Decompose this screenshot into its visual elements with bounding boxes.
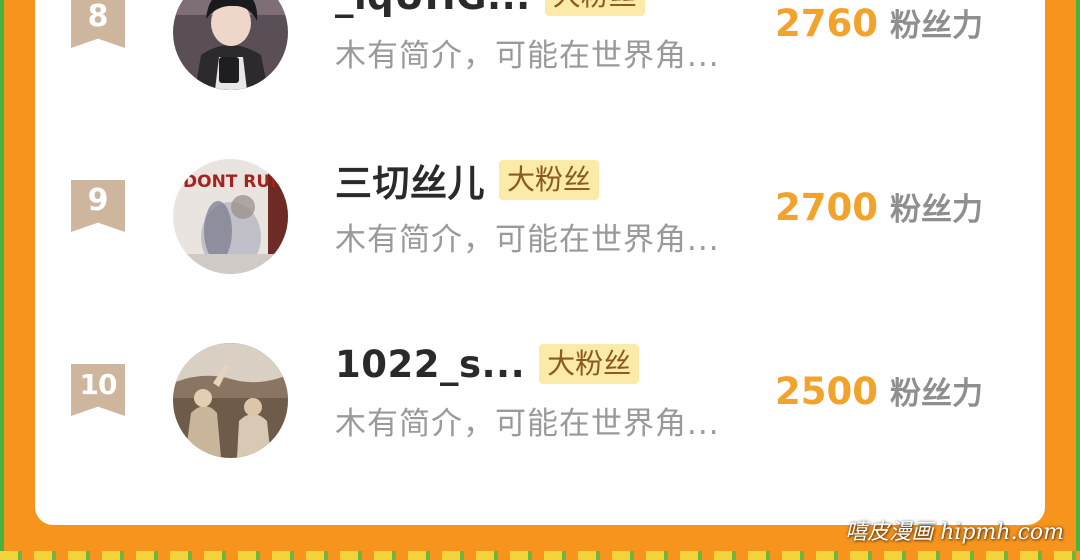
user-name[interactable]: 1022_s... (335, 343, 525, 386)
score-value: 2700 (775, 186, 878, 229)
score-unit: 粉丝力 (889, 8, 983, 44)
fan-score: 2500 粉丝力 (775, 368, 983, 413)
avatar-image (173, 0, 288, 90)
right-edge-decoration (1076, 0, 1080, 560)
user-name[interactable]: 三切丝儿 (335, 153, 485, 207)
avatar-image: DONT RUN (173, 159, 288, 274)
leaderboard-row[interactable]: 9 DONT RUN 三切丝儿 大粉丝 木有简介，可能在世界角... 2700 … (35, 144, 1045, 284)
user-bio: 木有简介，可能在世界角... (335, 38, 720, 74)
leaderboard-row[interactable]: 8 _iqUHG... 大粉丝 木有简介，可能在世界角... 2760 粉丝力 (35, 0, 1045, 100)
fan-score: 2760 粉丝力 (775, 0, 983, 45)
left-edge-decoration (0, 0, 4, 560)
avatar[interactable]: DONT RUN (173, 159, 288, 274)
leaderboard-row[interactable]: 10 1022_s... 大粉丝 木有简介，可能在世界角... 2500 粉丝力 (35, 328, 1045, 468)
score-unit: 粉丝力 (889, 192, 983, 228)
avatar[interactable] (173, 0, 288, 90)
name-line: 三切丝儿 大粉丝 (335, 153, 600, 207)
score-value: 2760 (775, 2, 878, 45)
fan-level-badge: 大粉丝 (499, 160, 600, 200)
fan-level-badge: 大粉丝 (539, 344, 640, 384)
avatar-image (173, 343, 288, 458)
watermark: 嘻皮漫画 hipmh.com (845, 520, 1064, 545)
rank-badge: 8 (71, 0, 125, 48)
name-line: _iqUHG... 大粉丝 (335, 0, 645, 22)
avatar-wall-text: DONT RUN (183, 172, 284, 192)
user-bio: 木有简介，可能在世界角... (335, 222, 720, 258)
user-bio: 木有简介，可能在世界角... (335, 406, 720, 442)
avatar[interactable] (173, 343, 288, 458)
fan-score: 2700 粉丝力 (775, 184, 983, 229)
leaderboard-card: 8 _iqUHG... 大粉丝 木有简介，可能在世界角... 2760 粉丝力 … (35, 0, 1045, 525)
score-value: 2500 (775, 370, 878, 413)
bottom-stripe-decoration (0, 551, 1080, 560)
rank-badge: 9 (71, 180, 125, 232)
rank-badge: 10 (71, 364, 125, 416)
fan-level-badge: 大粉丝 (544, 0, 645, 16)
score-unit: 粉丝力 (889, 376, 983, 412)
user-name[interactable]: _iqUHG... (335, 0, 531, 18)
name-line: 1022_s... 大粉丝 (335, 338, 640, 390)
